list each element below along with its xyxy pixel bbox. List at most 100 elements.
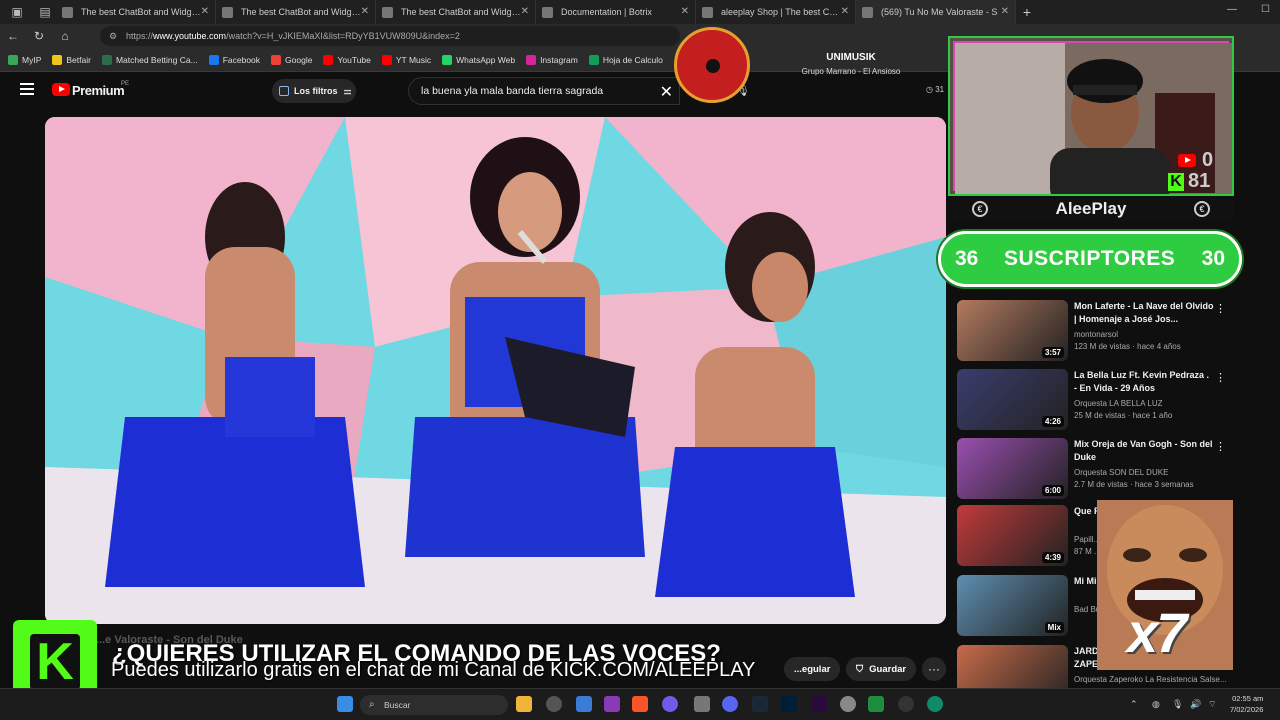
bookmark-item[interactable]: YouTube (323, 54, 371, 65)
bookmark-item[interactable]: WhatsApp Web (442, 54, 515, 65)
back-icon[interactable]: ← (0, 29, 26, 43)
taskbar-search[interactable]: ⌕ Buscar (360, 695, 508, 715)
app-icon[interactable] (546, 696, 562, 712)
video-duration: Mix (1044, 622, 1064, 633)
recommended-video[interactable]: 4:26 La Bella Luz Ft. Kevin Pedraza . - E… (957, 369, 1226, 431)
menu-icon[interactable] (20, 83, 34, 95)
dancer-left-dress (105, 417, 365, 587)
tab-actions-icon[interactable]: ▤ (34, 1, 56, 23)
wifi-icon[interactable]: ⌔ (1208, 699, 1216, 710)
app-icon[interactable] (694, 696, 710, 712)
video-player[interactable] (45, 117, 946, 624)
microphone-icon[interactable]: 🎙 (1172, 699, 1183, 710)
more-actions-button[interactable]: ··· (922, 657, 946, 681)
tab-favicon-icon (62, 6, 73, 18)
video-meta: 123 M de vistas · hace 4 años (1074, 342, 1181, 351)
video-thumbnail[interactable]: 6:00 (957, 438, 1068, 499)
bookmark-label: Matched Betting Ca... (115, 54, 198, 65)
video-thumbnail[interactable]: 4:39 (957, 505, 1068, 566)
clock[interactable]: 02:55 am 7/02/2026 (1230, 693, 1263, 715)
new-tab-button[interactable]: + (1016, 4, 1038, 20)
bookmark-item[interactable]: Matched Betting Ca... (101, 54, 198, 65)
bookmark-item[interactable]: Hoja de Calculo (588, 54, 663, 65)
browser-tab[interactable]: Documentation | Botrix ✕ (536, 0, 696, 24)
app-icon[interactable] (604, 696, 620, 712)
steam-icon[interactable] (752, 696, 768, 712)
youtube-logo-icon[interactable] (52, 83, 70, 96)
media-icon[interactable] (898, 696, 914, 712)
close-tab-icon[interactable]: ✕ (841, 6, 849, 17)
more-options-icon[interactable]: ⋮ (1215, 302, 1226, 315)
clear-search-icon[interactable]: ✕ (660, 82, 673, 102)
kick-logo-icon: K (30, 634, 80, 690)
app-icon[interactable] (868, 696, 884, 712)
video-duration: 6:00 (1041, 485, 1064, 496)
more-options-icon[interactable]: ⋮ (1215, 440, 1226, 453)
close-tab-icon[interactable]: ✕ (201, 6, 209, 17)
browser-tab[interactable]: (569) Tu No Me Valoraste - S ✕ (856, 0, 1016, 24)
browser-tab[interactable]: The best ChatBot and Widgets fo ✕ (216, 0, 376, 24)
save-button[interactable]: ⛉ Guardar (846, 657, 917, 681)
now-playing-artist: Grupo Marrano - El Ansioso (801, 67, 901, 76)
taskbar-search-placeholder: Buscar (384, 700, 411, 710)
maximize-icon[interactable]: ☐ (1261, 4, 1270, 15)
chevron-up-icon[interactable]: ⌃ (1130, 699, 1138, 710)
channel-name[interactable]: montonarsol (1074, 330, 1118, 339)
home-icon[interactable]: ⌂ (52, 29, 78, 43)
browser-tab[interactable]: The best ChatBot and Widgets fo ✕ (376, 0, 536, 24)
video-title[interactable]: La Bella Luz Ft. Kevin Pedraza . - En Vi… (1074, 369, 1214, 395)
edge-icon[interactable] (927, 696, 943, 712)
bookmark-item[interactable]: Instagram (526, 54, 578, 65)
close-tab-icon[interactable]: ✕ (521, 6, 529, 17)
kick-count-value: 81 (1188, 170, 1211, 192)
photoshop-icon[interactable] (781, 696, 797, 712)
more-options-icon[interactable]: ⋮ (1215, 371, 1226, 384)
browser-tab[interactable]: aleeplay Shop | The best ChatBot✕ (696, 0, 856, 24)
video-title[interactable]: Mix Oreja de Van Gogh - Son del Duke (1074, 438, 1214, 464)
youtube-brand[interactable]: Premium (72, 83, 125, 98)
tab-label: The best ChatBot and Widgets fo (81, 7, 201, 17)
channel-name[interactable]: Orquesta Zaperoko La Resistencia Salse..… (1074, 675, 1227, 684)
video-thumbnail[interactable]: 3:57 (957, 300, 1068, 361)
close-tab-icon[interactable]: ✕ (681, 6, 689, 17)
brave-icon[interactable] (632, 696, 648, 712)
video-thumbnail[interactable]: 4:26 (957, 369, 1068, 430)
url-path: /watch?v=H_vJKIEMaXI&list=RDyYB1VUW809U&… (226, 31, 460, 41)
share-button[interactable]: ...egular (784, 657, 841, 681)
recommended-video[interactable]: 6:00 Mix Oreja de Van Gogh - Son del Duke… (957, 438, 1226, 500)
recommended-video[interactable]: 3:57 Mon Laferte - La Nave del Olvido | H… (957, 300, 1226, 362)
bookmark-item[interactable]: YT Music (381, 54, 432, 65)
bookmark-item[interactable]: Google (271, 54, 312, 65)
reload-icon[interactable]: ↻ (26, 29, 52, 43)
channel-name[interactable]: Orquesta SON DEL DUKE (1074, 468, 1168, 477)
bookmark-label: YouTube (337, 54, 371, 65)
premiere-icon[interactable] (811, 696, 827, 712)
start-icon[interactable] (337, 696, 353, 712)
volume-icon[interactable]: 🔊 (1190, 699, 1201, 710)
video-thumbnail[interactable]: Mix (957, 575, 1068, 636)
close-tab-icon[interactable]: ✕ (361, 6, 369, 17)
channel-name[interactable]: Orquesta LA BELLA LUZ (1074, 399, 1163, 408)
video-title[interactable]: Mon Laferte - La Nave del Olvido | Homen… (1074, 300, 1214, 326)
youtube-mini-icon (1178, 154, 1196, 167)
workspaces-icon[interactable]: ▣ (6, 1, 28, 23)
bookmark-item[interactable]: Betfair (52, 54, 91, 65)
app-icon[interactable] (576, 696, 592, 712)
file-explorer-icon[interactable] (516, 696, 532, 712)
settings-icon[interactable] (840, 696, 856, 712)
bookmark-item[interactable]: MyIP (8, 54, 41, 65)
share-label: ...egular (794, 663, 831, 675)
app-icon[interactable] (662, 696, 678, 712)
url-field[interactable]: ⚙ https://www.youtube.com/watch?v=H_vJKI… (100, 26, 680, 46)
browser-tab[interactable]: The best ChatBot and Widgets fo ✕ (56, 0, 216, 24)
subs-label: SUSCRIPTORES (1004, 247, 1176, 270)
network-icon[interactable]: ◍ (1152, 699, 1160, 710)
minimize-icon[interactable]: — (1227, 4, 1237, 15)
bookmark-item[interactable]: Facebook (208, 54, 260, 65)
discord-icon[interactable] (722, 696, 738, 712)
search-input[interactable]: la buena yla mala banda tierra sagrada ✕ (408, 77, 680, 105)
close-tab-icon[interactable]: ✕ (1001, 6, 1009, 17)
bookmark-label: YT Music (395, 54, 432, 65)
site-info-icon[interactable]: ⚙ (109, 31, 117, 42)
filters-button[interactable]: Los filtros ⚌ (272, 79, 356, 103)
